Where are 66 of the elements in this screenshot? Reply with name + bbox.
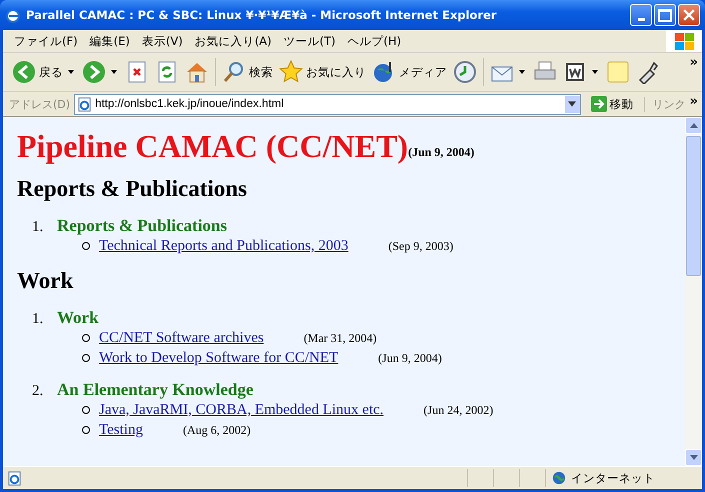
section-heading: Reports & Publications bbox=[17, 176, 248, 202]
list-number: 1. bbox=[32, 311, 44, 328]
menu-item[interactable]: ファイル(F) bbox=[9, 32, 85, 50]
list-number: 2. bbox=[32, 383, 44, 400]
item-title: Reports & Publications bbox=[57, 216, 227, 236]
document-icon bbox=[563, 60, 587, 84]
bullet-icon bbox=[82, 354, 90, 362]
link-date: (Sep 9, 2003) bbox=[388, 238, 454, 254]
document-link[interactable]: Java, JavaRMI, CORBA, Embedded Linux etc. bbox=[99, 402, 384, 419]
page-date: (Jun 9, 2004) bbox=[408, 145, 474, 160]
toolbar-button[interactable]: メディア bbox=[369, 58, 450, 86]
item-title: An Elementary Knowledge bbox=[57, 380, 254, 400]
menu-item[interactable]: ツール(T) bbox=[278, 32, 343, 50]
list-number: 1. bbox=[32, 219, 44, 236]
window-title: Parallel CAMAC : PC & SBC: Linux ¥·¥¹¥Æ¥à - Microsoft Internet Explorer bbox=[26, 8, 498, 22]
link-date: (Aug 6, 2002) bbox=[182, 422, 251, 438]
address-label: アドレス(D) bbox=[9, 96, 70, 112]
toolbar-button[interactable]: 検索 bbox=[219, 58, 276, 86]
windows-logo-icon bbox=[666, 30, 702, 52]
menu-item[interactable]: ヘルプ(H) bbox=[342, 32, 408, 50]
link-date: (Mar 31, 2004) bbox=[304, 330, 377, 346]
toolbar-overflow-button[interactable]: » bbox=[690, 55, 702, 70]
toolbar-button[interactable]: お気に入り bbox=[276, 58, 369, 86]
bullet-icon bbox=[82, 334, 90, 342]
page-title: Pipeline CAMAC (CC/NET) bbox=[17, 129, 408, 164]
up-arrow-icon bbox=[690, 123, 698, 128]
menu-item[interactable]: 表示(V) bbox=[136, 32, 190, 50]
globe-icon bbox=[552, 471, 566, 485]
security-zone: インターネット bbox=[571, 470, 655, 486]
clock-icon bbox=[453, 60, 477, 84]
link-date: (Jun 24, 2002) bbox=[424, 402, 494, 418]
house-icon bbox=[185, 60, 209, 84]
search-icon bbox=[222, 60, 246, 84]
link-date: (Jun 9, 2004) bbox=[378, 350, 442, 366]
dropdown-arrow-icon[interactable] bbox=[519, 70, 525, 74]
item-title: Work bbox=[57, 308, 99, 328]
document-link[interactable]: Technical Reports and Publications, 2003 bbox=[99, 238, 348, 255]
arrow-icon bbox=[590, 96, 607, 112]
document-link[interactable]: Work to Develop Software for CC/NET bbox=[99, 350, 338, 367]
section-heading: Work bbox=[17, 268, 74, 294]
down-arrow-icon bbox=[690, 455, 698, 460]
dropdown-arrow-icon[interactable] bbox=[111, 70, 117, 74]
menu-item[interactable]: 編集(E) bbox=[84, 32, 137, 50]
bullet-icon bbox=[82, 426, 90, 434]
page-icon bbox=[7, 470, 22, 486]
links-overflow-button[interactable]: » bbox=[690, 94, 702, 109]
bullet-icon bbox=[82, 242, 90, 250]
maximize-button[interactable] bbox=[654, 4, 676, 26]
document-link[interactable]: CC/NET Software archives bbox=[99, 330, 264, 347]
address-field[interactable]: http://onlsbc1.kek.jp/inoue/index.html bbox=[74, 94, 581, 114]
star-icon bbox=[279, 60, 303, 84]
close-button[interactable] bbox=[678, 4, 700, 26]
document-link[interactable]: Testing bbox=[99, 422, 143, 439]
vertical-scrollbar[interactable] bbox=[685, 117, 702, 466]
page-icon bbox=[77, 96, 92, 112]
note-icon bbox=[606, 60, 630, 84]
toolbar-button[interactable]: 戻る bbox=[9, 58, 66, 86]
dropdown-arrow-icon[interactable] bbox=[68, 70, 74, 74]
browser-logo-icon bbox=[5, 7, 21, 23]
go-button[interactable]: 移動 bbox=[584, 96, 640, 112]
minimize-button[interactable] bbox=[630, 4, 652, 26]
menu-item[interactable]: お気に入り(A) bbox=[190, 32, 279, 50]
pen-icon bbox=[636, 60, 660, 84]
close-icon bbox=[683, 9, 695, 21]
dropdown-arrow-icon[interactable] bbox=[592, 70, 598, 74]
bullet-icon bbox=[82, 406, 90, 414]
